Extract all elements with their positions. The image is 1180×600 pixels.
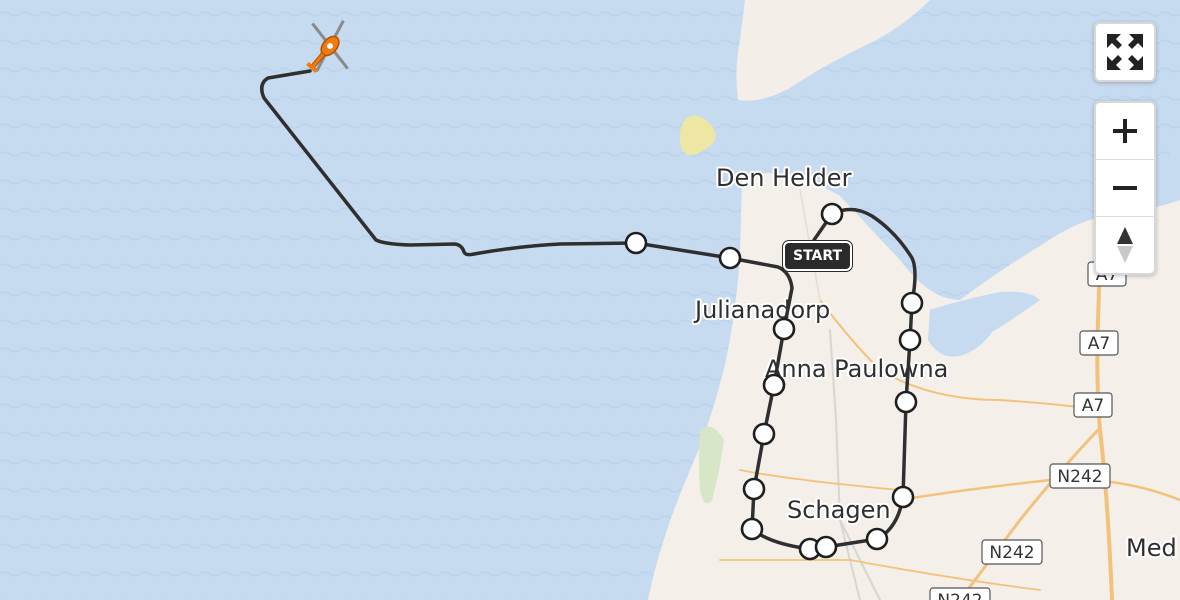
place-label-med: Med bbox=[1126, 534, 1177, 562]
route-waypoint[interactable] bbox=[762, 373, 786, 397]
minus-icon bbox=[1113, 186, 1137, 190]
place-label-den-helder: Den Helder bbox=[716, 164, 852, 192]
road-shield-n242: N242 bbox=[981, 539, 1043, 565]
route-waypoint[interactable] bbox=[772, 317, 796, 341]
zoom-out-button[interactable] bbox=[1096, 159, 1154, 216]
fullscreen-control bbox=[1094, 22, 1156, 82]
svg-text:A7: A7 bbox=[1088, 334, 1110, 354]
route-waypoint[interactable] bbox=[900, 291, 924, 315]
plus-icon bbox=[1113, 119, 1137, 143]
fullscreen-button[interactable] bbox=[1096, 24, 1154, 80]
route-waypoint[interactable] bbox=[752, 422, 776, 446]
road-shield-n242: N242 bbox=[929, 587, 991, 600]
route-waypoint[interactable] bbox=[898, 328, 922, 352]
place-label-julianadorp: Julianadorp bbox=[693, 296, 830, 324]
route-waypoint[interactable] bbox=[740, 517, 764, 541]
road-shield-a7: A7 bbox=[1079, 330, 1119, 356]
compass-icon bbox=[1117, 227, 1133, 263]
route-waypoint[interactable] bbox=[742, 477, 766, 501]
route-waypoint[interactable] bbox=[891, 485, 915, 509]
road-shield-a7: A7 bbox=[1073, 392, 1113, 418]
route-waypoint[interactable] bbox=[894, 390, 918, 414]
compass-button[interactable] bbox=[1096, 216, 1154, 273]
route-waypoint[interactable] bbox=[865, 527, 889, 551]
map-canvas[interactable]: A7 A7 A7 N242 N242 N242 Den Helder Julia… bbox=[0, 0, 1180, 600]
fullscreen-icon bbox=[1107, 34, 1143, 70]
route-waypoint[interactable] bbox=[820, 202, 844, 226]
road-shield-n242: N242 bbox=[1049, 463, 1111, 489]
place-label-schagen: Schagen bbox=[787, 496, 891, 524]
route-waypoint[interactable] bbox=[718, 246, 742, 270]
svg-text:A7: A7 bbox=[1082, 396, 1104, 416]
svg-text:N242: N242 bbox=[1057, 467, 1102, 487]
zoom-in-button[interactable] bbox=[1096, 103, 1154, 159]
svg-text:N242: N242 bbox=[989, 543, 1034, 563]
place-label-anna-paulowna: Anna Paulowna bbox=[765, 355, 948, 383]
svg-text:N242: N242 bbox=[937, 591, 982, 600]
route-start-badge: START bbox=[783, 241, 853, 271]
route-waypoint[interactable] bbox=[624, 231, 648, 255]
route-waypoint[interactable] bbox=[814, 535, 838, 559]
zoom-control bbox=[1094, 101, 1156, 275]
